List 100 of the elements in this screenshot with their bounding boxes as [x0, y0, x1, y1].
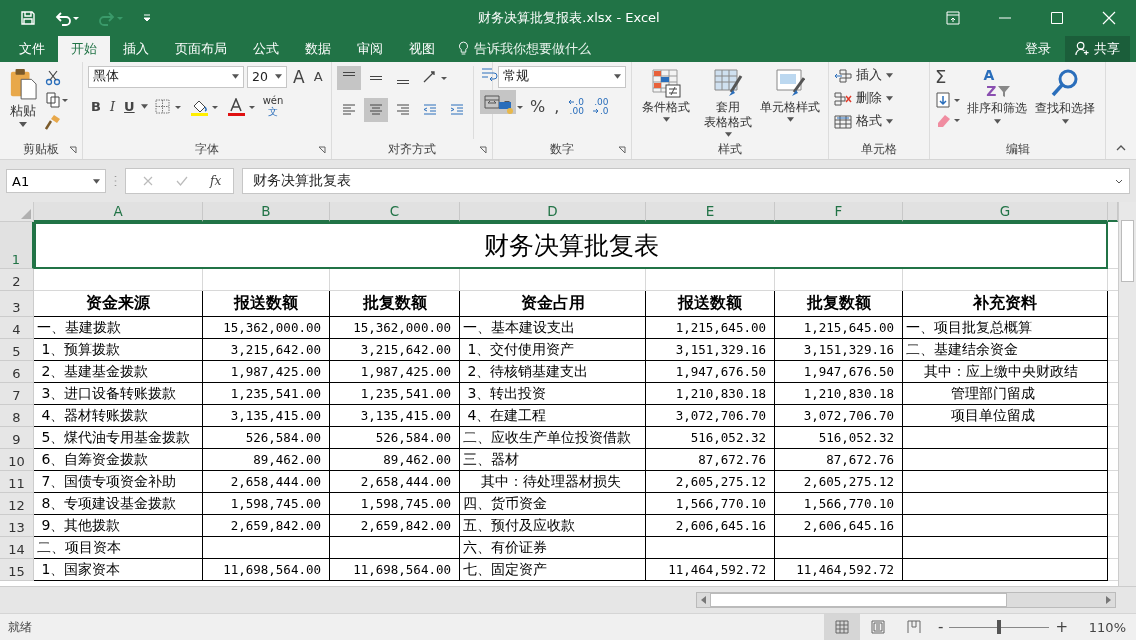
italic-button[interactable]: I	[106, 95, 119, 118]
cells-button[interactable]: 插入	[834, 65, 924, 86]
column-header[interactable]: C	[330, 202, 460, 223]
table-cell: 3,135,415.00	[203, 405, 330, 428]
save-icon[interactable]	[20, 9, 36, 26]
dialog-launcher-icon[interactable]	[318, 146, 326, 155]
shrink-font-button[interactable]: A	[310, 65, 326, 88]
scroll-right-icon[interactable]	[1105, 596, 1111, 605]
ribbon-tab[interactable]: 文件	[6, 35, 58, 62]
caret-icon	[275, 74, 282, 80]
expand-icon[interactable]	[1115, 178, 1123, 184]
ribbon-tab[interactable]: 审阅	[344, 35, 396, 62]
slider-thumb[interactable]	[997, 620, 1002, 634]
formula-field[interactable]: 财务决算批复表	[242, 168, 1130, 195]
column-header[interactable]: A	[34, 202, 203, 223]
ribbon-tab[interactable]: 公式	[240, 35, 292, 62]
percent-button[interactable]: %	[527, 95, 549, 118]
table-cell: 一、项目批复总概算	[903, 317, 1108, 340]
format-painter-icon[interactable]	[45, 113, 61, 130]
ribbon-tab[interactable]: 插入	[110, 35, 162, 62]
wrap-text-icon[interactable]	[480, 65, 498, 82]
row-header[interactable]: 11	[0, 471, 34, 494]
row-header[interactable]: 9	[0, 427, 34, 450]
cells-button[interactable]: 格式	[834, 111, 924, 132]
table-cell: 五、预付及应收款	[460, 515, 646, 538]
tell-me-field[interactable]: 告诉我你想要做什么	[458, 35, 614, 62]
row-header[interactable]: 15	[0, 559, 34, 582]
row-header[interactable]: 13	[0, 515, 34, 538]
dialog-launcher-icon[interactable]	[618, 146, 626, 155]
row-header[interactable]: 1	[0, 222, 34, 270]
ribbon-tab[interactable]: 视图	[396, 35, 448, 62]
underline-button[interactable]: U	[121, 95, 138, 118]
font-color-icon[interactable]	[226, 97, 257, 116]
style-button[interactable]: 条件格式	[637, 65, 695, 140]
row-header[interactable]: 8	[0, 405, 34, 428]
column-header[interactable]: G	[903, 202, 1108, 223]
column-header[interactable]	[1108, 202, 1118, 223]
row-header[interactable]: 7	[0, 383, 34, 406]
table-cell: 11,698,564.00	[203, 559, 330, 582]
font-size-field[interactable]: 20	[247, 65, 287, 88]
style-button[interactable]: 单元格样式	[761, 65, 819, 140]
ribbon-tab[interactable]: 页面布局	[162, 35, 240, 62]
scissors-icon[interactable]	[45, 69, 61, 86]
phonetic-button[interactable]: wén 文	[259, 95, 287, 118]
share-button[interactable]: 共享	[1065, 35, 1130, 62]
dialog-launcher-icon[interactable]	[479, 146, 487, 155]
paste-button[interactable]: 粘贴	[5, 65, 41, 140]
sort-filter-button[interactable]: A Z 排序和筛选	[965, 65, 1029, 140]
row-header[interactable]: 2	[0, 269, 34, 292]
row-header[interactable]: 6	[0, 361, 34, 384]
clipboard-icon	[9, 67, 37, 100]
ribbon-tab[interactable]: 数据	[292, 35, 344, 62]
bold-button[interactable]: B	[88, 95, 104, 118]
sign-in-link[interactable]: 登录	[1019, 35, 1057, 62]
row-header[interactable]: 3	[0, 291, 34, 318]
view-button[interactable]	[824, 614, 860, 640]
zoom-in-button[interactable]: +	[1049, 618, 1074, 636]
customize-icon[interactable]	[142, 12, 152, 23]
autosum-button[interactable]: Σ	[935, 65, 961, 88]
row-header[interactable]: 10	[0, 449, 34, 472]
row-header[interactable]: 14	[0, 537, 34, 560]
vertical-scrollbar[interactable]	[1118, 202, 1136, 587]
close-icon[interactable]	[1102, 10, 1116, 25]
zoom-out-button[interactable]: -	[932, 618, 950, 636]
insert-function-button[interactable]: fx	[210, 174, 222, 189]
fill-down-icon[interactable]	[935, 91, 961, 108]
style-button[interactable]: 套用 表格格式	[699, 65, 757, 140]
font-name-field[interactable]: 黑体	[88, 65, 244, 88]
column-header[interactable]: D	[460, 202, 646, 223]
comma-button[interactable]: ,	[551, 95, 563, 118]
increase-decimal-button[interactable]: .0 .00	[565, 95, 587, 118]
cells-button[interactable]: 删除	[834, 88, 924, 109]
copy-icon[interactable]	[45, 91, 69, 108]
scroll-left-icon[interactable]	[701, 596, 707, 605]
find-select-button[interactable]: 查找和选择	[1033, 65, 1097, 140]
row-header[interactable]: 4	[0, 317, 34, 340]
scroll-thumb[interactable]	[1121, 220, 1134, 283]
row-header[interactable]: 5	[0, 339, 34, 362]
table-cell: 其中：应上缴中央财政结	[903, 361, 1108, 384]
align-button[interactable]	[337, 65, 361, 90]
zoom-level[interactable]: 110%	[1074, 619, 1136, 635]
name-box[interactable]: A1	[6, 169, 106, 194]
grow-font-button[interactable]: A	[290, 65, 308, 88]
number-format-field[interactable]: 常规	[498, 65, 626, 88]
ribbon-display-icon[interactable]	[946, 10, 960, 25]
maximize-icon[interactable]	[1050, 10, 1064, 25]
collapse-ribbon-icon[interactable]	[1116, 145, 1126, 152]
row-header[interactable]: 12	[0, 493, 34, 516]
column-header[interactable]: B	[203, 202, 330, 223]
person-add-icon	[1075, 41, 1090, 57]
horizontal-scrollbar[interactable]	[696, 592, 1116, 609]
decrease-decimal-button[interactable]: .00 .0	[589, 95, 612, 118]
column-header[interactable]: E	[646, 202, 775, 223]
ribbon-tab[interactable]: 开始	[58, 35, 110, 62]
scroll-thumb[interactable]	[710, 593, 1007, 608]
table-cell: 2,658,444.00	[203, 471, 330, 494]
undo-icon[interactable]	[54, 9, 80, 26]
column-header[interactable]: F	[775, 202, 903, 223]
borders-icon[interactable]	[154, 98, 183, 115]
dialog-launcher-icon[interactable]	[69, 146, 77, 155]
